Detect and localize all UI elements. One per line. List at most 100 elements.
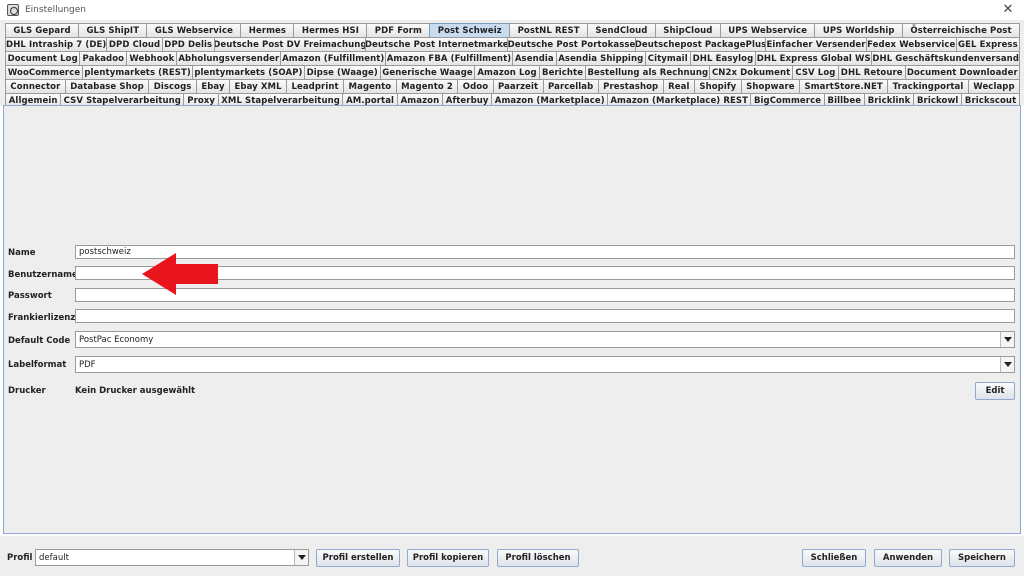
tab-einfacher-versender[interactable]: Einfacher Versender bbox=[765, 37, 867, 51]
tab-deutschepost-packageplus[interactable]: Deutschepost PackagePlus bbox=[634, 37, 767, 51]
close-button[interactable]: ✕ bbox=[1000, 2, 1016, 18]
tab-dpd-delis[interactable]: DPD Delis bbox=[161, 37, 215, 51]
profile-value: default bbox=[39, 552, 69, 563]
tab-parcellab[interactable]: Parcellab bbox=[542, 79, 599, 93]
tab-dhl-retoure[interactable]: DHL Retoure bbox=[837, 65, 906, 79]
tab-post-schweiz[interactable]: Post Schweiz bbox=[429, 23, 511, 37]
franking-license-input[interactable] bbox=[75, 309, 1015, 323]
username-label: Benutzername bbox=[8, 270, 78, 280]
tab-deutsche-post-portokasse[interactable]: Deutsche Post Portokasse bbox=[507, 37, 636, 51]
chevron-down-icon[interactable] bbox=[1000, 357, 1014, 372]
tab-odoo[interactable]: Odoo bbox=[457, 79, 494, 93]
settings-panel: Name Benutzername Passwort Frankierlizen… bbox=[3, 105, 1021, 534]
franking-license-label: Frankierlizenz bbox=[8, 313, 76, 323]
name-label: Name bbox=[8, 248, 36, 258]
chevron-down-icon[interactable] bbox=[1000, 332, 1014, 347]
tab-sendcloud[interactable]: SendCloud bbox=[587, 23, 656, 37]
printer-value: Kein Drucker ausgewählt bbox=[75, 386, 196, 396]
apply-button[interactable]: Anwenden bbox=[874, 549, 942, 567]
tab-amazon-fba-fulfillment[interactable]: Amazon FBA (Fulfillment) bbox=[385, 51, 513, 65]
tab-shopify[interactable]: Shopify bbox=[693, 79, 742, 93]
tab-document-downloader[interactable]: Document Downloader bbox=[904, 65, 1020, 79]
tab-dipse-waage[interactable]: Dipse (Waage) bbox=[303, 65, 381, 79]
tab-ups-worldship[interactable]: UPS Worldship bbox=[814, 23, 903, 37]
tab-weclapp[interactable]: Weclapp bbox=[967, 79, 1021, 93]
tab-asendia-shipping[interactable]: Asendia Shipping bbox=[555, 51, 646, 65]
tab-leadprint[interactable]: Leadprint bbox=[286, 79, 345, 93]
tab-shopware[interactable]: Shopware bbox=[740, 79, 801, 93]
labelformat-label: Labelformat bbox=[8, 360, 67, 370]
tab-dhl-intraship-7-de[interactable]: DHL Intraship 7 (DE) bbox=[5, 37, 108, 51]
tab-pakadoo[interactable]: Pakadoo bbox=[79, 51, 128, 65]
labelformat-select[interactable]: PDF bbox=[75, 356, 1015, 373]
tab-hermes-hsi[interactable]: Hermes HSI bbox=[293, 23, 368, 37]
tab-berichte[interactable]: Berichte bbox=[538, 65, 587, 79]
default-code-label: Default Code bbox=[8, 336, 71, 346]
footer-bar: Profil default Profil erstellen Profil k… bbox=[0, 536, 1024, 576]
tab-gel-express[interactable]: GEL Express bbox=[955, 37, 1020, 51]
tab-österreichische-post[interactable]: Österreichische Post bbox=[901, 23, 1020, 37]
tab-cn2x-dokument[interactable]: CN2x Dokument bbox=[709, 65, 793, 79]
tab-ebay-xml[interactable]: Ebay XML bbox=[229, 79, 288, 93]
profile-label: Profil bbox=[7, 553, 33, 563]
save-button[interactable]: Speichern bbox=[949, 549, 1015, 567]
tab-fedex-webservice[interactable]: Fedex Webservice bbox=[865, 37, 957, 51]
tab-trackingportal[interactable]: Trackingportal bbox=[887, 79, 969, 93]
tab-gls-gepard[interactable]: GLS Gepard bbox=[5, 23, 80, 37]
tab-prestashop[interactable]: Prestashop bbox=[597, 79, 664, 93]
tab-pdf-form[interactable]: PDF Form bbox=[366, 23, 431, 37]
password-label: Passwort bbox=[8, 291, 52, 301]
default-code-value: PostPac Economy bbox=[79, 334, 154, 345]
tab-dhl-geschäftskundenversand[interactable]: DHL Geschäftskundenversand bbox=[871, 51, 1021, 65]
printer-label: Drucker bbox=[8, 386, 46, 396]
copy-profile-button[interactable]: Profil kopieren bbox=[407, 549, 489, 567]
tab-real[interactable]: Real bbox=[662, 79, 695, 93]
tab-plentymarkets-soap[interactable]: plentymarkets (SOAP) bbox=[192, 65, 305, 79]
tab-abholungsversender[interactable]: Abholungsversender bbox=[176, 51, 282, 65]
tab-plentymarkets-rest[interactable]: plentymarkets (REST) bbox=[82, 65, 194, 79]
create-profile-button[interactable]: Profil erstellen bbox=[316, 549, 400, 567]
tab-dhl-express-global-ws[interactable]: DHL Express Global WS bbox=[755, 51, 873, 65]
default-code-select[interactable]: PostPac Economy bbox=[75, 331, 1015, 348]
tab-row: DHL Intraship 7 (DE) DPD Cloud DPD Delis De… bbox=[5, 37, 1020, 51]
tab-row: GLS Gepard GLS ShipIT GLS Webservice Hermes… bbox=[5, 23, 1020, 37]
profile-select[interactable]: default bbox=[35, 549, 309, 566]
tab-ebay[interactable]: Ebay bbox=[195, 79, 231, 93]
tab-postnl-rest[interactable]: PostNL REST bbox=[509, 23, 589, 37]
edit-printer-button[interactable]: Edit bbox=[975, 382, 1015, 400]
tab-woocommerce[interactable]: WooCommerce bbox=[5, 65, 84, 79]
tab-connector[interactable]: Connector bbox=[5, 79, 66, 93]
tab-webhook[interactable]: Webhook bbox=[126, 51, 178, 65]
close-dialog-button[interactable]: Schließen bbox=[802, 549, 866, 567]
tab-generische-waage[interactable]: Generische Waage bbox=[379, 65, 476, 79]
tab-csv-log[interactable]: CSV Log bbox=[792, 65, 839, 79]
labelformat-value: PDF bbox=[79, 359, 96, 370]
tab-ups-webservice[interactable]: UPS Webservice bbox=[719, 23, 816, 37]
tab-document-log[interactable]: Document Log bbox=[5, 51, 81, 65]
tab-paarzeit[interactable]: Paarzeit bbox=[492, 79, 544, 93]
tab-smartstore-net[interactable]: SmartStore.NET bbox=[799, 79, 889, 93]
tab-deutsche-post-internetmarke[interactable]: Deutsche Post Internetmarke bbox=[365, 37, 509, 51]
tab-amazon-log[interactable]: Amazon Log bbox=[474, 65, 540, 79]
red-arrow-icon bbox=[142, 253, 218, 295]
delete-profile-button[interactable]: Profil löschen bbox=[497, 549, 579, 567]
tab-database-shop[interactable]: Database Shop bbox=[64, 79, 150, 93]
tab-gls-shipit[interactable]: GLS ShipIT bbox=[78, 23, 148, 37]
tab-row: Connector Database Shop Discogs Ebay Ebay XM… bbox=[5, 79, 1021, 93]
tab-citymail[interactable]: Citymail bbox=[644, 51, 691, 65]
tab-asendia[interactable]: Asendia bbox=[511, 51, 557, 65]
tab-dpd-cloud[interactable]: DPD Cloud bbox=[106, 37, 163, 51]
tab-gls-webservice[interactable]: GLS Webservice bbox=[146, 23, 242, 37]
tab-hermes[interactable]: Hermes bbox=[240, 23, 295, 37]
tab-discogs[interactable]: Discogs bbox=[148, 79, 197, 93]
tab-magento[interactable]: Magento bbox=[343, 79, 397, 93]
chevron-down-icon[interactable] bbox=[294, 550, 308, 565]
tab-shipcloud[interactable]: ShipCloud bbox=[654, 23, 721, 37]
tab-dhl-easylog[interactable]: DHL Easylog bbox=[689, 51, 757, 65]
tab-deutsche-post-dv-freimachung[interactable]: Deutsche Post DV Freimachung bbox=[213, 37, 367, 51]
tab-magento-2[interactable]: Magento 2 bbox=[395, 79, 459, 93]
tab-bestellung-als-rechnung[interactable]: Bestellung als Rechnung bbox=[585, 65, 711, 79]
tab-amazon-fulfillment[interactable]: Amazon (Fulfillment) bbox=[280, 51, 387, 65]
app-icon bbox=[7, 4, 19, 16]
tab-row: WooCommerce plentymarkets (REST) plentymar… bbox=[5, 65, 1020, 79]
